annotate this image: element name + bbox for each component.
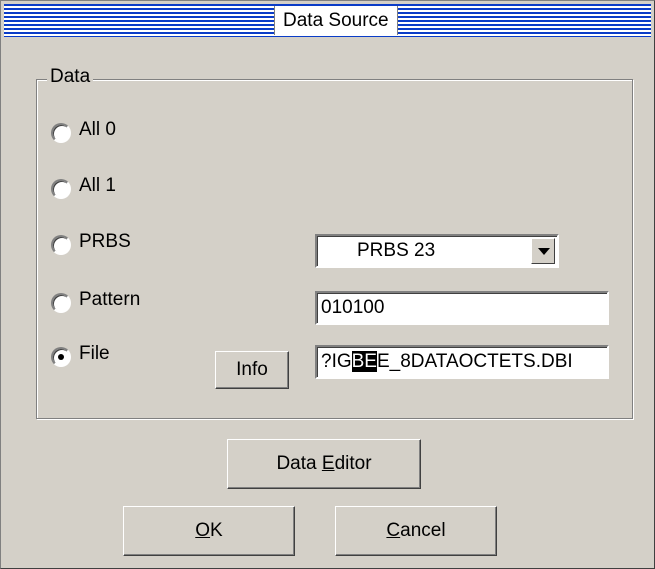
radio-button-selected-icon[interactable] [51, 347, 71, 367]
ok-label-post: K [210, 520, 223, 541]
info-button-label: Info [236, 359, 268, 380]
radio-button-icon[interactable] [51, 293, 71, 313]
radio-prbs[interactable]: PRBS [51, 229, 131, 255]
data-editor-label-post: ditor [334, 453, 372, 474]
data-editor-label-pre: Data [276, 453, 322, 474]
file-input-selection: BE [351, 351, 377, 372]
data-editor-button[interactable]: Data Editor [227, 439, 421, 489]
prbs-select[interactable]: PRBS 23 [315, 234, 559, 268]
ok-button[interactable]: OK [123, 506, 295, 556]
chevron-down-icon[interactable] [531, 238, 555, 264]
title-bar[interactable]: Data Source [4, 4, 651, 37]
group-label: Data [47, 66, 94, 88]
window-title: Data Source [274, 6, 398, 35]
file-input[interactable]: ?IGBEE_8DATAOCTETS.DBI [315, 345, 609, 379]
file-input-text-before: ?IG [321, 351, 352, 372]
data-source-dialog: Data Source Data All 0 All 1 PRBS Patter… [0, 0, 655, 569]
cancel-label-post: ancel [400, 520, 446, 541]
prbs-select-value: PRBS 23 [357, 240, 436, 261]
ok-accelerator: O [195, 520, 211, 541]
radio-button-icon[interactable] [51, 235, 71, 255]
radio-label-prbs: PRBS [79, 231, 131, 252]
radio-button-icon[interactable] [51, 179, 71, 199]
radio-label-pattern: Pattern [79, 289, 141, 310]
info-button[interactable]: Info [215, 351, 289, 389]
radio-file[interactable]: File [51, 341, 110, 367]
radio-dot-icon [58, 354, 64, 360]
file-input-text-after: E_8DATAOCTETS.DBI [376, 351, 573, 372]
pattern-input-value: 010100 [321, 297, 385, 318]
pattern-input[interactable]: 010100 [315, 291, 609, 325]
radio-all-1[interactable]: All 1 [51, 173, 116, 199]
radio-label-file: File [79, 343, 110, 364]
cancel-button[interactable]: Cancel [335, 506, 497, 556]
cancel-accelerator: C [386, 520, 401, 541]
data-editor-accelerator: E [321, 453, 335, 474]
radio-label-all-0: All 0 [79, 119, 116, 140]
radio-all-0[interactable]: All 0 [51, 117, 116, 143]
radio-button-icon[interactable] [51, 123, 71, 143]
radio-label-all-1: All 1 [79, 175, 116, 196]
radio-pattern[interactable]: Pattern [51, 287, 140, 313]
